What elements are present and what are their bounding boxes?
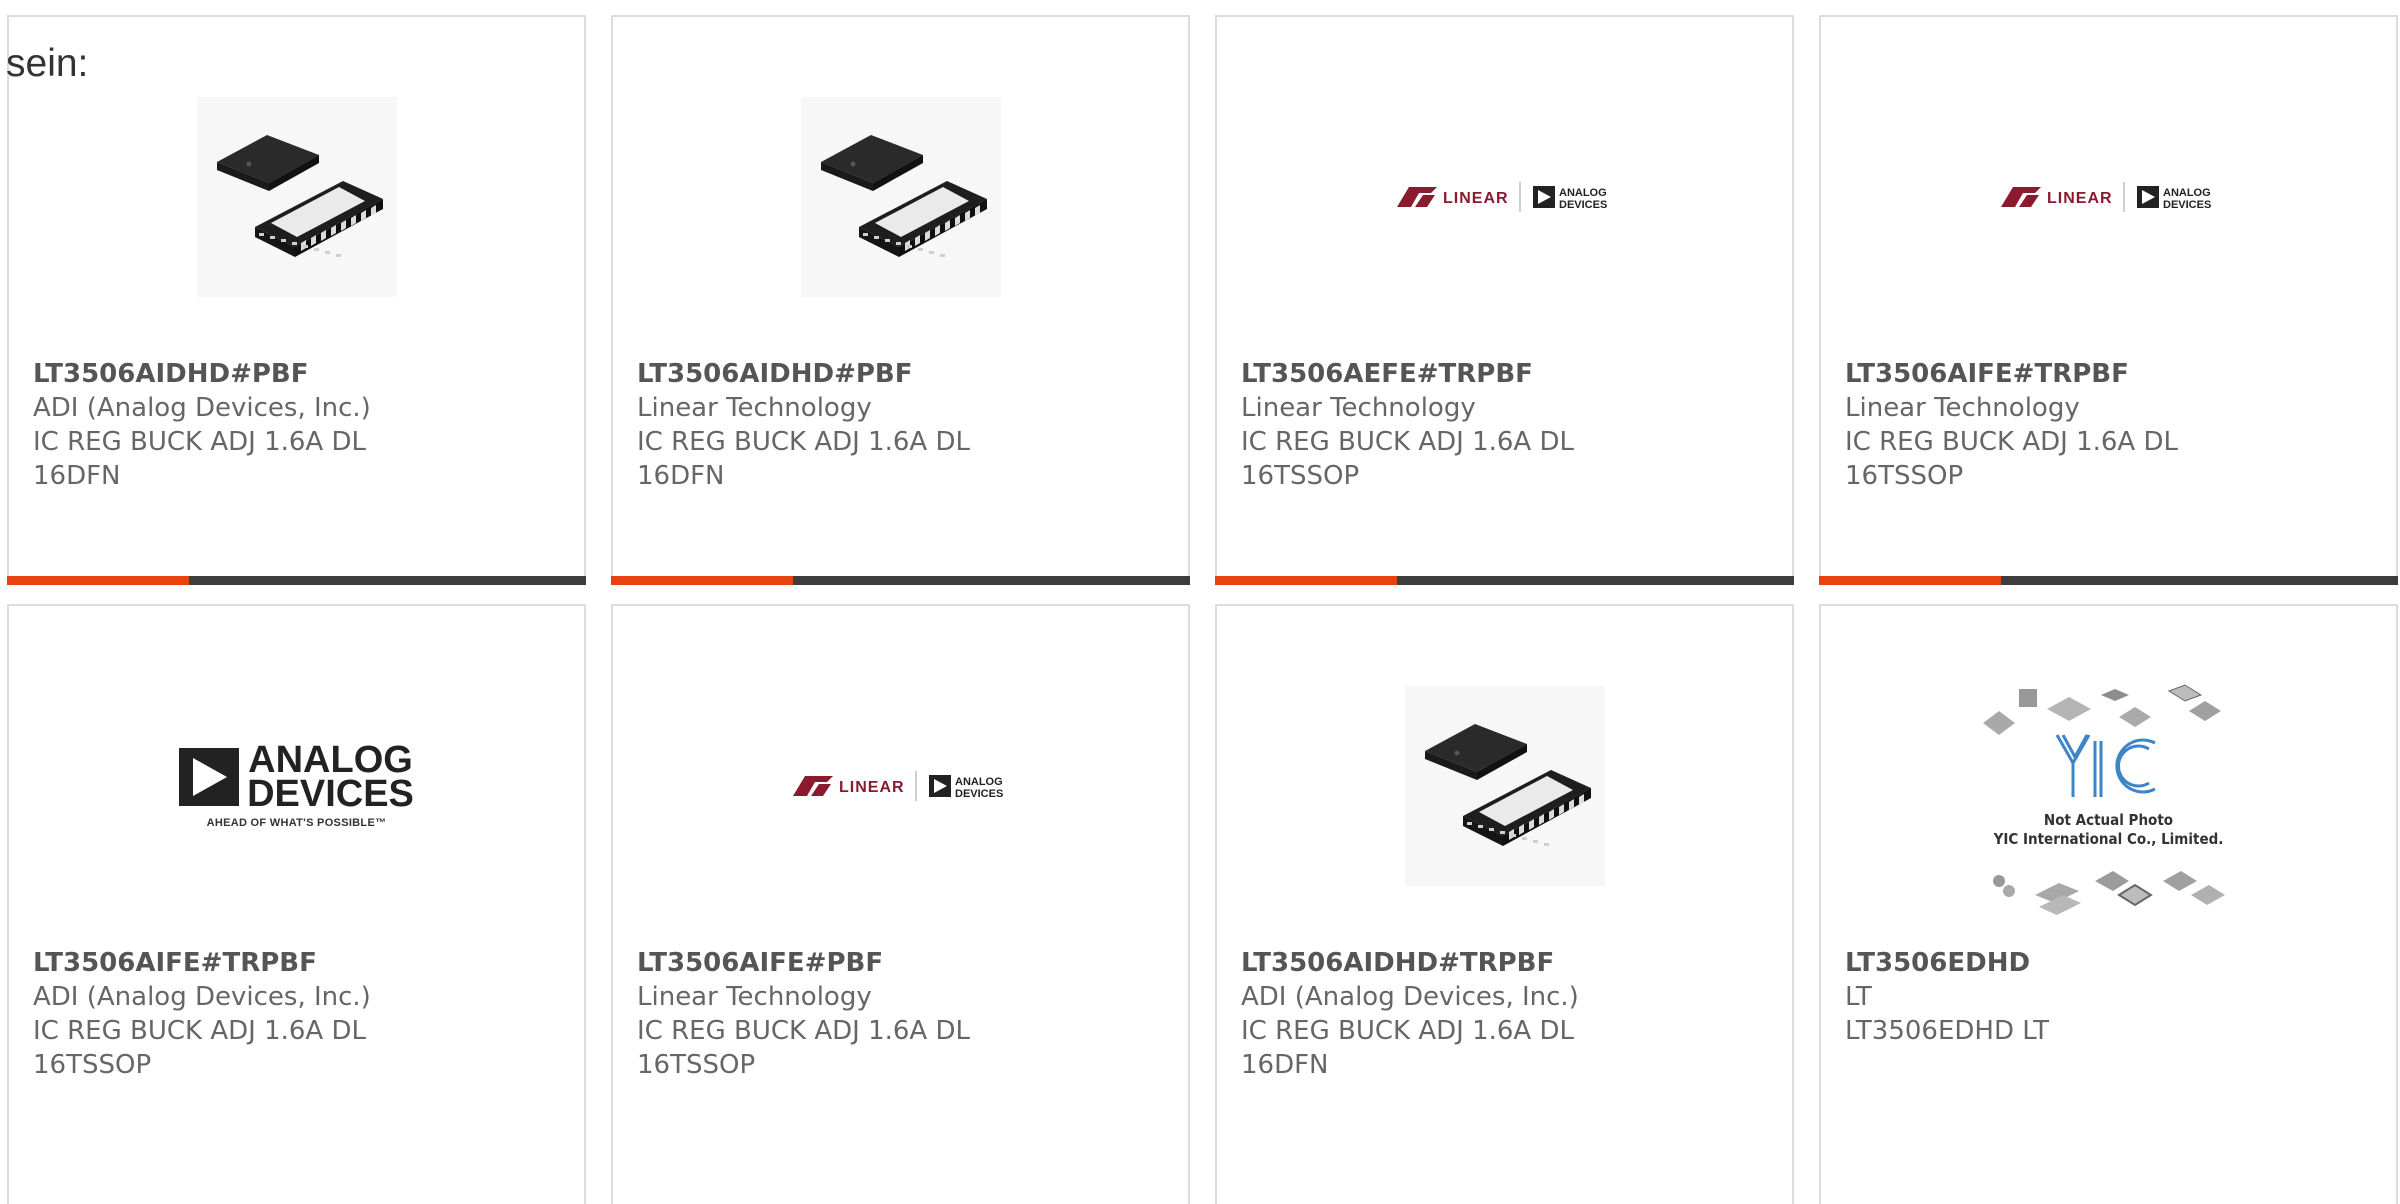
analog-devices-logo: ANALOG DEVICES xyxy=(2136,186,2211,211)
manufacturer: ADI (Analog Devices, Inc.) xyxy=(33,982,371,1012)
part-number[interactable]: LT3506AIDHD#TRPBF xyxy=(1241,946,1661,980)
linear-technology-logo: LINEAR ANALOG DEVICES xyxy=(1396,180,1613,214)
product-card[interactable]: LINEAR ANALOG DEVICES LT3506AIFE#TRPBF L… xyxy=(1819,15,2398,585)
chip-package-image xyxy=(800,97,1001,297)
card-accent-bar xyxy=(611,576,1190,585)
svg-text:ANALOG: ANALOG xyxy=(955,776,1003,788)
part-number[interactable]: LT3506AEFE#TRPBF xyxy=(1241,357,1661,391)
product-card[interactable]: LT3506AIDHD#TRPBF ADI (Analog Devices, I… xyxy=(1215,604,1794,1204)
svg-text:LINEAR: LINEAR xyxy=(839,779,903,796)
adi-triangle-icon xyxy=(179,748,240,806)
product-image[interactable]: LINEAR ANALOG DEVICES xyxy=(1217,77,1792,317)
manufacturer: Linear Technology xyxy=(637,393,872,423)
description-line: IC REG BUCK ADJ 1.6A DL xyxy=(33,1016,366,1046)
chip-package-image xyxy=(1404,686,1605,886)
part-number[interactable]: LT3506EDHD xyxy=(1845,946,2265,980)
manufacturer: Linear Technology xyxy=(1241,393,1476,423)
svg-text:DEVICES: DEVICES xyxy=(2163,199,2211,211)
product-image[interactable]: LINEAR ANALOG DEVICES xyxy=(613,666,1188,906)
linear-technology-logo: LINEAR ANALOG DEVICES xyxy=(2000,180,2217,214)
card-accent-bar xyxy=(7,576,586,585)
description-line: IC REG BUCK ADJ 1.6A DL xyxy=(637,1016,970,1046)
lt-mark-icon: LINEAR xyxy=(1396,187,1507,207)
svg-text:LINEAR: LINEAR xyxy=(1443,190,1507,207)
description-line: 16TSSOP xyxy=(637,1050,756,1080)
description-line: LT3506EDHD LT xyxy=(1845,1016,2050,1046)
product-grid: LT3506AIDHD#PBF ADI (Analog Devices, Inc… xyxy=(7,15,2398,1204)
description-line: IC REG BUCK ADJ 1.6A DL 16DFN xyxy=(1241,1016,1574,1080)
part-number[interactable]: LT3506AIFE#TRPBF xyxy=(33,946,453,980)
linear-technology-logo: LINEAR ANALOG DEVICES xyxy=(792,769,1009,803)
manufacturer: ADI (Analog Devices, Inc.) xyxy=(33,393,371,423)
svg-text:ANALOG: ANALOG xyxy=(2163,187,2211,199)
part-number[interactable]: LT3506AIFE#TRPBF xyxy=(1845,357,2265,391)
analog-devices-logo: ANALOG DEVICES xyxy=(928,775,1003,800)
description-line: IC REG BUCK ADJ 1.6A DL 16DFN xyxy=(33,427,366,491)
description-line: 16TSSOP xyxy=(1845,461,1964,491)
card-accent-bar xyxy=(1819,576,2398,585)
intro-text: sein: xyxy=(6,42,89,85)
description-line: 16TSSOP xyxy=(1241,461,1360,491)
description-line: IC REG BUCK ADJ 1.6A DL xyxy=(1241,427,1574,457)
product-image[interactable] xyxy=(613,77,1188,317)
product-card[interactable]: LT3506AIDHD#PBF ADI (Analog Devices, Inc… xyxy=(7,15,586,585)
description-line: 16TSSOP xyxy=(33,1050,152,1080)
manufacturer: Linear Technology xyxy=(1845,393,2080,423)
chip-package-image xyxy=(196,97,397,297)
svg-text:ANALOG: ANALOG xyxy=(1559,187,1607,199)
analog-devices-logo: ANALOG DEVICES AHEAD OF WHAT'S POSSIBLE™ xyxy=(179,741,414,829)
part-number[interactable]: LT3506AIDHD#PBF xyxy=(33,357,453,391)
svg-text:DEVICES: DEVICES xyxy=(955,788,1003,800)
product-card[interactable]: ANALOG DEVICES AHEAD OF WHAT'S POSSIBLE™… xyxy=(7,604,586,1204)
part-number[interactable]: LT3506AIDHD#PBF xyxy=(637,357,1057,391)
product-card[interactable]: LT3506AIDHD#PBF Linear Technology IC REG… xyxy=(611,15,1190,585)
lt-mark-icon: LINEAR xyxy=(2000,187,2111,207)
product-card[interactable]: Not Actual Photo YIC International Co., … xyxy=(1819,604,2398,1204)
product-card[interactable]: LINEAR ANALOG DEVICES LT3506AIFE#PBF Lin… xyxy=(611,604,1190,1204)
product-card[interactable]: LINEAR ANALOG DEVICES LT3506AEFE#TRPBF L… xyxy=(1215,15,1794,585)
analog-devices-logo: ANALOG DEVICES xyxy=(1532,186,1607,211)
yic-placeholder-image: Not Actual Photo YIC International Co., … xyxy=(1969,681,2249,931)
part-number[interactable]: LT3506AIFE#PBF xyxy=(637,946,1057,980)
description-line: IC REG BUCK ADJ 1.6A DL xyxy=(1845,427,2178,457)
svg-text:DEVICES: DEVICES xyxy=(1559,199,1607,211)
card-accent-bar xyxy=(1215,576,1794,585)
manufacturer: LT xyxy=(1845,982,1872,1012)
svg-text:LINEAR: LINEAR xyxy=(2047,190,2111,207)
product-image[interactable]: Not Actual Photo YIC International Co., … xyxy=(1821,681,2396,931)
description-line: IC REG BUCK ADJ 1.6A DL 16DFN xyxy=(637,427,970,491)
ic-packages-icon xyxy=(1982,684,2225,915)
product-image[interactable] xyxy=(1217,666,1792,906)
product-image[interactable] xyxy=(9,77,584,317)
lt-mark-icon: LINEAR xyxy=(792,776,903,796)
manufacturer: Linear Technology xyxy=(637,982,872,1012)
manufacturer: ADI (Analog Devices, Inc.) xyxy=(1241,982,1579,1012)
product-image[interactable]: ANALOG DEVICES AHEAD OF WHAT'S POSSIBLE™ xyxy=(9,666,584,906)
product-image[interactable]: LINEAR ANALOG DEVICES xyxy=(1821,77,2396,317)
